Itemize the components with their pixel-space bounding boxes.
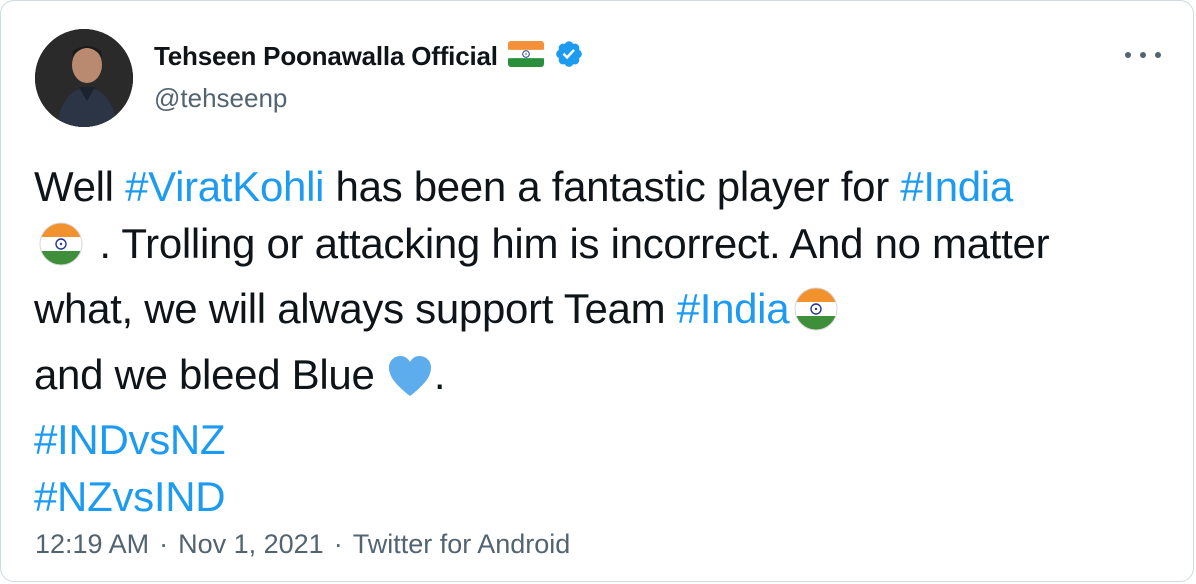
meta-separator: · [159,529,169,559]
meta-separator: · [333,529,343,559]
hashtag-link[interactable]: #INDvsNZ [34,416,226,463]
tweet-text-segment: . [433,350,446,398]
tweet-text-segment: and we bleed Blue [34,350,386,398]
blue-heart-icon [386,354,434,413]
hashtag-link[interactable]: #ViratKohli [125,163,324,210]
tweet-source: Twitter for Android [352,529,571,559]
hashtag-link[interactable]: #India [677,285,790,332]
tweet-text-segment: Well [34,163,126,210]
author-display-name[interactable]: Tehseen Poonawalla Official [154,41,498,72]
more-dot [1140,52,1146,58]
tweet-card: Tehseen Poonawalla Official @tehseenp We [0,0,1194,582]
avatar[interactable] [35,29,133,127]
author-name-row: Tehseen Poonawalla Official [154,39,584,74]
tweet-time-link[interactable]: 12:19 AM [35,529,149,560]
hashtag-link[interactable]: #NZvsIND [34,473,226,520]
tweet-meta: 12:19 AM · Nov 1, 2021 · Twitter for And… [35,529,570,560]
verified-badge-icon [554,39,584,74]
more-dot [1155,52,1161,58]
india-flag-icon [507,41,544,72]
india-flag-emoji-icon [34,221,88,282]
tweet-date-link[interactable]: Nov 1, 2021 [178,529,324,560]
hashtag-link[interactable]: #India [900,163,1013,210]
tweet-text-segment: has been a fantastic player for [324,163,901,210]
tweet-text-segment: . Trolling or attacking him is incorrect… [34,219,1050,333]
author-handle[interactable]: @tehseenp [154,83,287,114]
tweet-text: Well #ViratKohli has been a fantastic pl… [34,159,1154,525]
more-dot [1125,52,1131,58]
india-flag-emoji-icon [789,286,843,347]
more-options-button[interactable] [1125,45,1161,65]
